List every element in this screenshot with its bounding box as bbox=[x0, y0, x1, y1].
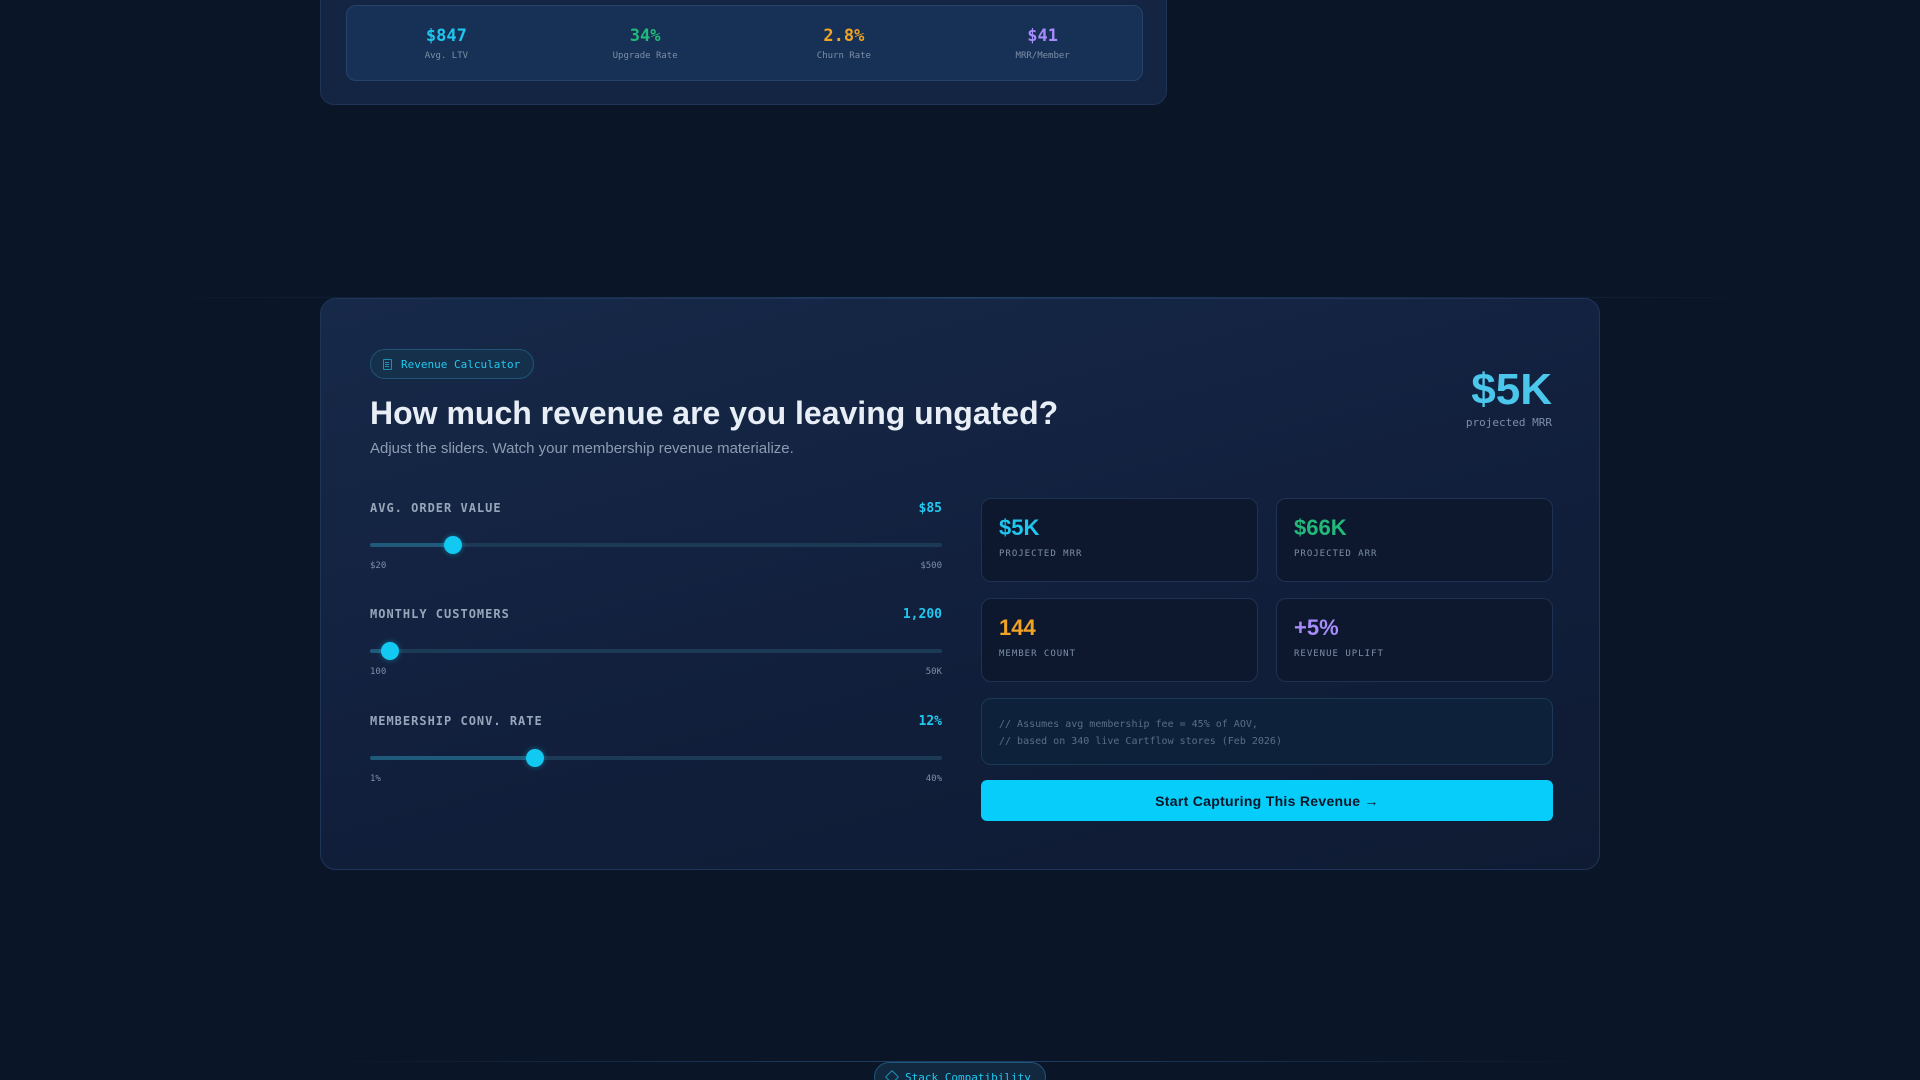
stat-label: Churn Rate bbox=[816, 50, 871, 61]
slider-value: 1,200 bbox=[902, 606, 942, 622]
metric-projected-arr: $66K PROJECTED ARR bbox=[1276, 498, 1553, 582]
slider-thumb[interactable] bbox=[443, 536, 462, 554]
metric-label: PROJECTED MRR bbox=[999, 549, 1083, 559]
slider-thumb[interactable] bbox=[381, 642, 400, 660]
slider-fill bbox=[370, 543, 453, 547]
page: $847 Avg. LTV 34% Upgrade Rate 2.8% Chur… bbox=[0, 0, 1920, 1080]
monthly-customers-slider: MONTHLY CUSTOMERS 1,200 100 50K bbox=[370, 605, 942, 685]
assumption-line: // based on 340 live Cartflow stores (Fe… bbox=[999, 736, 1282, 747]
stats-row: $847 Avg. LTV 34% Upgrade Rate 2.8% Chur… bbox=[346, 5, 1143, 81]
stat-value: $847 bbox=[425, 25, 467, 46]
stat-value: $41 bbox=[1027, 25, 1058, 46]
slider-thumb[interactable] bbox=[525, 749, 544, 767]
membership-conv-rate-slider: MEMBERSHIP CONV. RATE 12% 1% 40% bbox=[370, 712, 942, 792]
stat-avg-ltv: $847 Avg. LTV bbox=[347, 6, 546, 80]
metric-value: 144 bbox=[999, 615, 1036, 640]
calculator-subtitle: Adjust the sliders. Watch your membershi… bbox=[370, 440, 794, 457]
metric-value: $66K bbox=[1294, 515, 1347, 540]
metric-label: REVENUE UPLIFT bbox=[1294, 649, 1384, 659]
projected-mrr-label: projected MRR bbox=[1465, 416, 1552, 429]
slider-fill bbox=[370, 756, 535, 760]
assumption-line: // Assumes avg membership fee = 45% of A… bbox=[999, 719, 1258, 730]
metric-projected-mrr: $5K PROJECTED MRR bbox=[981, 498, 1258, 582]
metric-label: MEMBER COUNT bbox=[999, 649, 1077, 659]
slider-max: $500 bbox=[920, 561, 942, 571]
stats-card: $847 Avg. LTV 34% Upgrade Rate 2.8% Chur… bbox=[320, 0, 1167, 105]
assumptions-note: // Assumes avg membership fee = 45% of A… bbox=[981, 698, 1553, 765]
slider-value: $85 bbox=[918, 500, 942, 516]
slider-track[interactable] bbox=[370, 642, 942, 660]
metric-member-count: 144 MEMBER COUNT bbox=[981, 598, 1258, 682]
stat-mrr-member: $41 MRR/Member bbox=[943, 6, 1142, 80]
revenue-calculator-badge: Revenue Calculator bbox=[370, 349, 535, 379]
slider-min: $20 bbox=[370, 561, 387, 571]
metric-revenue-uplift: +5% REVENUE UPLIFT bbox=[1276, 598, 1553, 682]
stack-compatibility-badge: Stack Compatibility bbox=[874, 1062, 1046, 1080]
slider-max: 50K bbox=[925, 667, 942, 677]
slider-max: 40% bbox=[925, 774, 942, 784]
stat-upgrade-rate: 34% Upgrade Rate bbox=[546, 6, 745, 80]
stat-value: 2.8% bbox=[823, 25, 865, 46]
stat-label: Avg. LTV bbox=[424, 50, 469, 61]
slider-track[interactable] bbox=[370, 536, 942, 554]
stat-label: MRR/Member bbox=[1015, 50, 1070, 61]
metric-label: PROJECTED ARR bbox=[1294, 549, 1378, 559]
projected-mrr-value: $5K bbox=[1471, 365, 1552, 414]
start-capturing-revenue-button[interactable]: Start Capturing This Revenue → bbox=[981, 780, 1553, 821]
slider-label: AVG. ORDER VALUE bbox=[370, 501, 502, 515]
metric-value: +5% bbox=[1294, 615, 1339, 640]
slider-min: 1% bbox=[370, 774, 381, 784]
slider-track[interactable] bbox=[370, 749, 942, 767]
stat-value: 34% bbox=[629, 25, 661, 46]
avg-order-value-slider: AVG. ORDER VALUE $85 $20 $500 bbox=[370, 499, 942, 579]
slider-min: 100 bbox=[370, 667, 387, 677]
slider-label: MEMBERSHIP CONV. RATE bbox=[370, 714, 543, 728]
projected-mrr-display: $5K projected MRR bbox=[1466, 365, 1552, 429]
revenue-calculator-card: Revenue Calculator How much revenue are … bbox=[320, 298, 1600, 870]
badge-label: Revenue Calculator bbox=[401, 357, 521, 371]
calculator-headline: How much revenue are you leaving ungated… bbox=[370, 395, 1059, 431]
stat-label: Upgrade Rate bbox=[612, 50, 678, 61]
calculator-icon bbox=[383, 358, 392, 370]
slider-label: MONTHLY CUSTOMERS bbox=[370, 607, 510, 621]
stack-icon bbox=[884, 1069, 900, 1080]
stack-pill-label: Stack Compatibility bbox=[905, 1070, 1031, 1080]
metric-value: $5K bbox=[999, 515, 1040, 540]
stat-churn-rate: 2.8% Churn Rate bbox=[745, 6, 944, 80]
slider-value: 12% bbox=[918, 713, 942, 729]
